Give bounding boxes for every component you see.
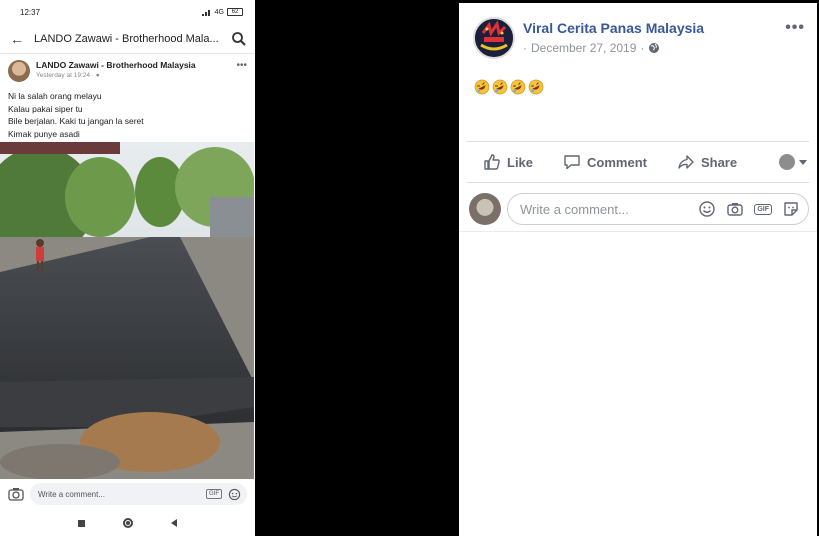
camera-icon[interactable]: [8, 487, 24, 501]
user-avatar[interactable]: [469, 193, 501, 225]
smiley-icon[interactable]: [698, 200, 716, 218]
post-meta: LANDO Zawawi - Brotherhood Malaysia Yest…: [30, 60, 236, 79]
rolling-laughing-emoji-icon: [510, 79, 526, 95]
search-icon[interactable]: [231, 31, 247, 47]
post-text: Ni la salah orang melayu Kalau pakai sip…: [0, 86, 255, 142]
post-time-text: Yesterday at 19:24 ·: [36, 72, 94, 79]
post-text-line: Kimak punye asadi: [8, 128, 80, 139]
post-text-line: Bile berjalan. Kaki tu jangan la seret: [8, 116, 144, 126]
rolling-laughing-emoji-icon: [528, 79, 544, 95]
rolling-laughing-emoji-icon: [474, 79, 490, 95]
android-nav-bar: [0, 510, 255, 536]
page-logo-image: [475, 19, 513, 57]
comment-placeholder: Write a comment...: [520, 201, 629, 217]
screen: 12:37 4G 62 ← LANDO Zawawi - Brotherhood…: [0, 0, 819, 536]
comment-composer: Write a comment... GIF: [459, 183, 817, 229]
status-bar: 12:37 4G 62: [0, 0, 255, 24]
post-date[interactable]: December 27, 2019: [531, 41, 636, 55]
post-time: Yesterday at 19:24 · ●: [36, 72, 236, 79]
status-time: 12:37: [20, 7, 41, 17]
appbar-title: LANDO Zawawi - Brotherhood Mala...: [34, 32, 219, 45]
status-indicators: 4G 62: [201, 8, 243, 16]
comment-input[interactable]: Write a comment... GIF: [30, 483, 247, 505]
profile-avatar-icon: [779, 154, 795, 170]
battery-icon: 62: [227, 8, 243, 16]
phone-screenshot: 12:37 4G 62 ← LANDO Zawawi - Brotherhood…: [0, 0, 255, 536]
page-logo[interactable]: [473, 17, 515, 59]
globe-icon: ●: [95, 72, 100, 79]
facebook-post: Viral Cerita Panas Malaysia · December 2…: [459, 3, 817, 536]
post-header: Viral Cerita Panas Malaysia · December 2…: [459, 3, 817, 65]
share-button[interactable]: Share: [677, 153, 737, 171]
post-text-line: Kalau pakai siper tu: [8, 103, 83, 114]
action-bar: Like Comment Share: [459, 142, 817, 182]
rolling-laughing-emoji-icon: [492, 79, 508, 95]
comment-bar: Write a comment... GIF: [0, 480, 255, 508]
globe-icon: [649, 43, 660, 53]
share-label: Share: [700, 154, 738, 170]
app-bar: ← LANDO Zawawi - Brotherhood Mala...: [0, 24, 255, 54]
post-photo[interactable]: [0, 142, 254, 479]
sticker-icon[interactable]: [782, 200, 800, 218]
smiley-icon[interactable]: [228, 488, 241, 501]
author-avatar[interactable]: [8, 60, 30, 82]
gif-button[interactable]: GIF: [754, 203, 772, 215]
network-label: 4G: [214, 8, 224, 16]
author-name[interactable]: LANDO Zawawi - Brotherhood Malaysia: [36, 60, 236, 70]
date-separator: ·: [523, 41, 527, 55]
post-content-emojis: [459, 65, 817, 141]
separator-dot: ·: [640, 41, 645, 55]
comment-placeholder: Write a comment...: [38, 489, 105, 499]
post-header: LANDO Zawawi - Brotherhood Malaysia Yest…: [0, 54, 255, 86]
more-options-icon[interactable]: •••: [785, 17, 805, 37]
back-button[interactable]: [171, 519, 177, 527]
empty-area: [459, 231, 817, 536]
speech-bubble-icon: [564, 155, 580, 170]
thumbs-up-icon: [484, 154, 500, 170]
like-button[interactable]: Like: [483, 153, 533, 171]
chevron-down-icon: [799, 159, 807, 165]
comment-tools: GIF: [698, 200, 800, 218]
back-arrow-icon[interactable]: ←: [10, 31, 30, 47]
recents-button[interactable]: [78, 519, 85, 527]
camera-icon[interactable]: [726, 200, 744, 218]
road-photo-image: [0, 142, 254, 479]
page-name[interactable]: Viral Cerita Panas Malaysia: [523, 20, 785, 36]
post-meta: Viral Cerita Panas Malaysia · December 2…: [515, 17, 785, 55]
gif-button[interactable]: GIF: [206, 489, 222, 499]
home-button[interactable]: [123, 518, 133, 528]
comment-label: Comment: [587, 154, 647, 170]
share-arrow-icon: [678, 155, 694, 169]
reaction-profile-selector[interactable]: [779, 154, 807, 170]
post-text-line: Ni la salah orang melayu: [8, 91, 102, 101]
more-options-icon[interactable]: •••: [236, 60, 247, 71]
signal-icon: [201, 10, 210, 16]
post-subline: · December 27, 2019 ·: [523, 41, 785, 55]
comment-input[interactable]: Write a comment... GIF: [507, 193, 809, 225]
like-label: Like: [507, 154, 534, 170]
comment-button[interactable]: Comment: [563, 153, 647, 171]
